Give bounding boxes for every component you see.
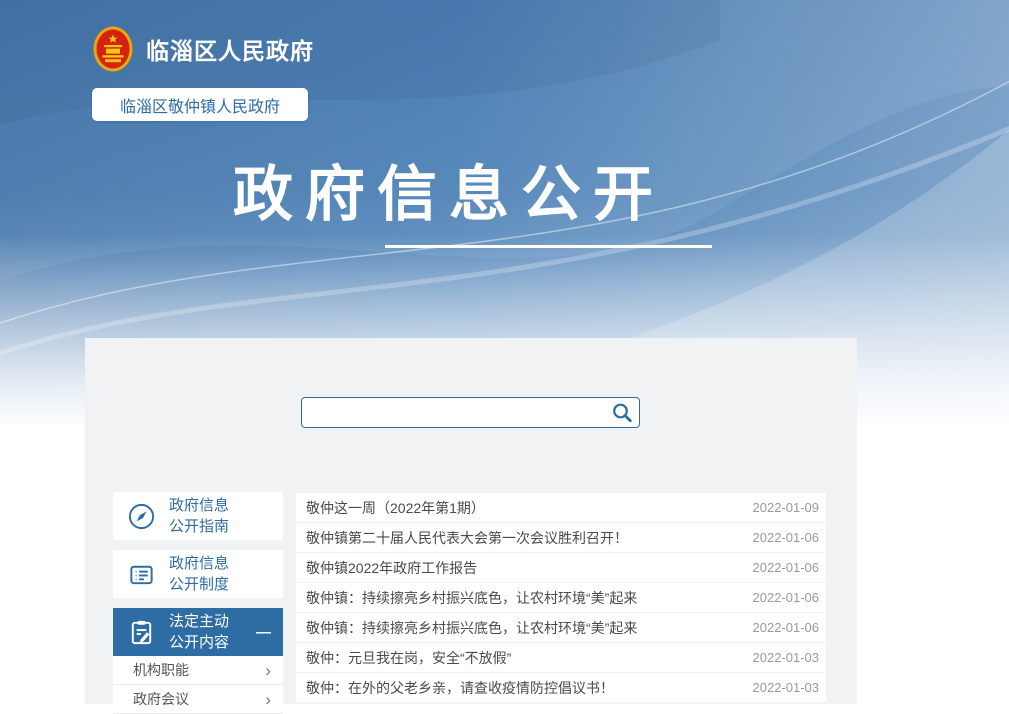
sidebar-item-gov-info-system[interactable]: 政府信息 公开制度 [113, 550, 283, 598]
submenu-item-org-functions[interactable]: 机构职能 › [113, 656, 283, 685]
content-panel: 政府信息 公开指南 政府信息 公开制度 [85, 338, 857, 704]
search-icon [611, 402, 633, 424]
sidebar-item-statutory-disclosure[interactable]: 法定主动 公开内容 — [113, 608, 283, 656]
news-date: 2022-01-03 [753, 680, 820, 695]
site-name: 临淄区人民政府 [146, 32, 314, 66]
document-lines-icon [127, 560, 156, 589]
compass-icon [127, 502, 156, 531]
national-emblem-icon [93, 26, 133, 72]
chevron-right-icon: › [265, 691, 271, 708]
sidebar-item-label: 法定主动 公开内容 [169, 611, 229, 653]
news-title-link[interactable]: 敬仲这一周（2022年第1期） [306, 498, 485, 518]
news-date: 2022-01-06 [753, 560, 820, 575]
news-title-link[interactable]: 敬仲：元旦我在岗，安全“不放假” [306, 648, 511, 668]
news-title-link[interactable]: 敬仲镇：持续擦亮乡村振兴底色，让农村环境“美”起来 [306, 588, 637, 608]
sub-site-button[interactable]: 临淄区敬仲镇人民政府 [92, 88, 308, 121]
news-row[interactable]: 敬仲这一周（2022年第1期） 2022-01-09 [296, 493, 826, 523]
news-date: 2022-01-06 [753, 620, 820, 635]
site-logo-header[interactable]: 临淄区人民政府 [93, 26, 314, 72]
news-date: 2022-01-06 [753, 590, 820, 605]
news-date: 2022-01-06 [753, 530, 820, 545]
title-underline [385, 245, 712, 248]
sidebar: 政府信息 公开指南 政府信息 公开制度 [113, 492, 283, 714]
sidebar-item-label: 政府信息 公开指南 [169, 495, 229, 537]
news-row[interactable]: 敬仲：元旦我在岗，安全“不放假” 2022-01-03 [296, 643, 826, 673]
news-row[interactable]: 敬仲镇第二十届人民代表大会第一次会议胜利召开！ 2022-01-06 [296, 523, 826, 553]
news-date: 2022-01-03 [753, 650, 820, 665]
sidebar-item-gov-info-guide[interactable]: 政府信息 公开指南 [113, 492, 283, 540]
search-input[interactable] [302, 398, 605, 427]
news-title-link[interactable]: 敬仲镇2022年政府工作报告 [306, 558, 477, 578]
news-row[interactable]: 敬仲镇：持续擦亮乡村振兴底色，让农村环境“美”起来 2022-01-06 [296, 613, 826, 643]
news-title-link[interactable]: 敬仲镇第二十届人民代表大会第一次会议胜利召开！ [306, 528, 628, 548]
news-list: 敬仲这一周（2022年第1期） 2022-01-09 敬仲镇第二十届人民代表大会… [296, 493, 826, 703]
clipboard-pencil-icon [127, 618, 156, 647]
search-box [301, 397, 640, 428]
chevron-right-icon: › [265, 662, 271, 679]
news-title-link[interactable]: 敬仲镇：持续擦亮乡村振兴底色，让农村环境“美”起来 [306, 618, 637, 638]
news-row[interactable]: 敬仲镇2022年政府工作报告 2022-01-06 [296, 553, 826, 583]
sidebar-submenu: 机构职能 › 政府会议 › [113, 656, 283, 714]
search-button[interactable] [605, 398, 639, 427]
news-row[interactable]: 敬仲：在外的父老乡亲，请查收疫情防控倡议书！ 2022-01-03 [296, 673, 826, 703]
news-date: 2022-01-09 [753, 500, 820, 515]
sidebar-item-label: 政府信息 公开制度 [169, 553, 229, 595]
page-title: 政府信息公开 [233, 158, 665, 232]
news-row[interactable]: 敬仲镇：持续擦亮乡村振兴底色，让农村环境“美”起来 2022-01-06 [296, 583, 826, 613]
news-title-link[interactable]: 敬仲：在外的父老乡亲，请查收疫情防控倡议书！ [306, 678, 614, 698]
collapse-minus-glyph: — [256, 624, 271, 641]
submenu-item-gov-meetings[interactable]: 政府会议 › [113, 685, 283, 714]
